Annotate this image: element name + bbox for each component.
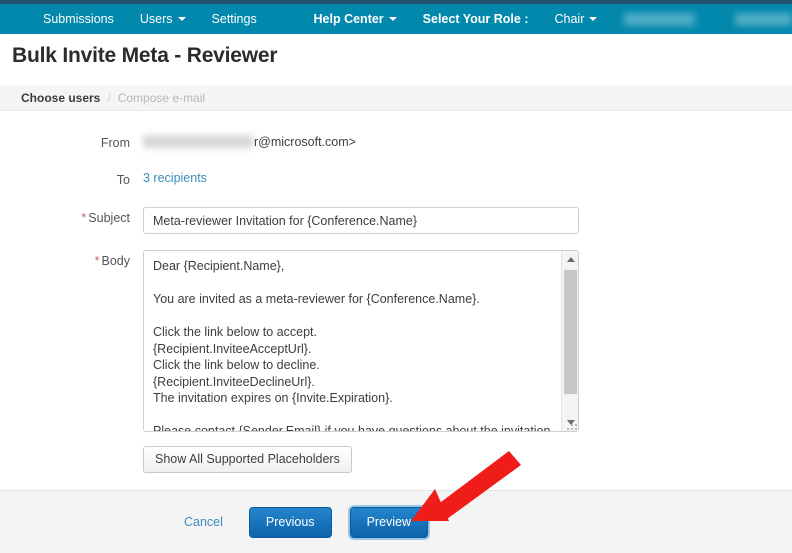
subject-input[interactable] (143, 207, 579, 234)
compose-email-form: From r@microsoft.com> To 3 recipients * S… (0, 111, 792, 473)
form-row-body: * Body (0, 250, 792, 432)
nav-item-label: Help Center (313, 12, 384, 26)
nav-item-users[interactable]: Users (127, 4, 199, 34)
cancel-link[interactable]: Cancel (184, 515, 223, 529)
required-marker: * (94, 254, 100, 268)
previous-button[interactable]: Previous (248, 506, 332, 538)
body-label: * Body (0, 250, 143, 268)
to-label: To (116, 173, 130, 187)
resize-grip-icon[interactable] (567, 421, 577, 430)
page-title: Bulk Invite Meta - Reviewer (12, 44, 278, 67)
nav-item-role-chair[interactable]: Chair (542, 4, 611, 34)
nav-item-help-center[interactable]: Help Center (301, 4, 410, 34)
required-marker: * (81, 211, 87, 225)
breadcrumb: Choose users / Compose e-mail (0, 85, 792, 111)
nav-item-label: Settings (211, 12, 257, 26)
form-row-to: To 3 recipients (0, 169, 792, 188)
body-scrollbar[interactable] (561, 251, 578, 431)
breadcrumb-step-choose-users[interactable]: Choose users (21, 91, 100, 105)
from-address-redacted (143, 135, 253, 148)
body-textarea[interactable] (144, 251, 562, 431)
nav-item-label: Submissions (43, 12, 114, 26)
preview-button[interactable]: Preview (349, 506, 429, 538)
nav-item-label: Users (139, 12, 173, 26)
from-value: r@microsoft.com> (143, 132, 356, 151)
form-row-subject: * Subject (0, 207, 792, 234)
subject-label-text: Subject (88, 211, 130, 225)
nav-item-submissions[interactable]: Submissions (30, 4, 127, 34)
scrollbar-thumb[interactable] (564, 270, 577, 394)
nav-user-name-redacted[interactable] (624, 12, 695, 26)
breadcrumb-step-compose-email: Compose e-mail (117, 90, 206, 105)
show-all-supported-placeholders-button[interactable]: Show All Supported Placeholders (143, 446, 352, 473)
nav-label-select-your-role: Select Your Role : (410, 4, 542, 34)
nav-account-menu-redacted[interactable] (734, 12, 792, 26)
top-navbar: Submissions Users Settings Help Center S… (0, 4, 792, 34)
form-row-from: From r@microsoft.com> (0, 132, 792, 151)
breadcrumb-separator: / (107, 90, 111, 105)
placeholders-spacer (0, 446, 143, 450)
recipients-link[interactable]: 3 recipients (143, 169, 207, 188)
chevron-up-icon (566, 257, 575, 262)
body-textarea-wrapper (143, 250, 579, 432)
from-label: From (100, 136, 130, 150)
from-address-visible: r@microsoft.com> (254, 134, 356, 149)
body-label-text: Body (101, 254, 131, 268)
form-footer: Cancel Previous Preview (0, 490, 792, 553)
nav-item-label: Chair (554, 12, 585, 26)
page-root: Submissions Users Settings Help Center S… (0, 0, 792, 553)
chevron-down-icon (589, 17, 598, 21)
form-row-placeholders: Show All Supported Placeholders (0, 446, 792, 473)
nav-item-settings[interactable]: Settings (199, 4, 270, 34)
chevron-down-icon (388, 17, 397, 21)
chevron-down-icon (177, 17, 186, 21)
scroll-up-button[interactable] (562, 251, 578, 268)
nav-item-label: Select Your Role : (422, 12, 529, 26)
subject-label: * Subject (0, 207, 143, 225)
